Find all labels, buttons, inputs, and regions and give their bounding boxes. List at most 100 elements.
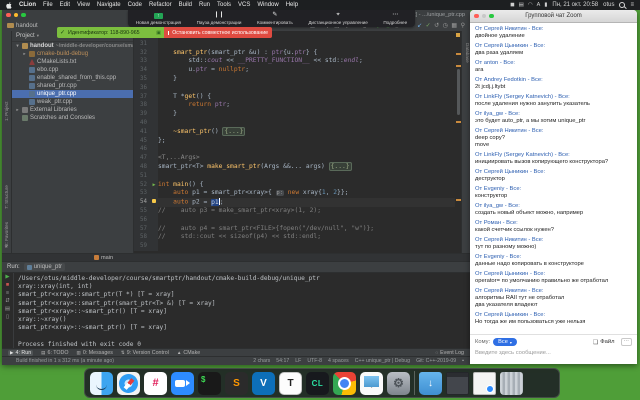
menu-item-clion[interactable]: CLion <box>19 2 36 8</box>
tree-item-enable-shared-from-this-cpp[interactable]: enable_shared_from_this.cpp <box>12 74 133 82</box>
tree-item-cmakelists-txt[interactable]: CMakeLists.txt <box>12 58 133 66</box>
tree-item-unique-ptr-cpp[interactable]: unique_ptr.cpp <box>12 90 133 98</box>
code-line[interactable]: 34 u.ptr = nullptr; <box>134 66 461 75</box>
spotlight-search-icon[interactable] <box>619 2 625 8</box>
dock-slack[interactable]: # <box>144 372 167 395</box>
status-widget[interactable]: ▪ <box>462 358 464 364</box>
wifi-icon[interactable]: ◠ <box>528 2 533 8</box>
zoom-toolbar-new-share[interactable]: ↑Новая демонстрация <box>136 13 181 25</box>
apple-menu-icon[interactable] <box>6 2 12 9</box>
dock-preview[interactable]: ⚲ <box>360 372 383 395</box>
zoom-toolbar-more[interactable]: ⋯Подробнее <box>383 12 407 25</box>
intention-bulb-icon[interactable] <box>150 198 158 207</box>
tool-tab-project[interactable]: 1: Project <box>4 102 9 121</box>
code-line[interactable]: 33 std::cout << __PRETTY_FUNCTION__ << s… <box>134 57 461 66</box>
code-line[interactable]: 41 ~smart_ptr() {...} <box>134 128 461 137</box>
scroll-to-end-icon[interactable]: ⇵ <box>5 299 10 305</box>
code-line[interactable]: 53 auto p1 = smart_ptr<xray>{ p: new xra… <box>134 189 461 198</box>
clear-icon[interactable]: ▯ <box>6 315 9 321</box>
rerun-icon[interactable]: ▶ <box>5 275 9 281</box>
menu-item-run[interactable]: Run <box>199 2 210 8</box>
menu-item-tools[interactable]: Tools <box>217 2 231 8</box>
menu-item-build[interactable]: Build <box>179 2 192 8</box>
tree-item-cmake-build-debug[interactable]: ▸cmake-build-debug <box>12 50 133 58</box>
code-line[interactable]: 55// auto p3 = make_smart_ptr<xray>(1, 2… <box>134 207 461 216</box>
dock-clion[interactable]: CL <box>306 372 329 395</box>
breadcrumb[interactable]: main <box>101 255 113 261</box>
event-log-button[interactable]: ◌Event Log <box>435 350 464 356</box>
attach-file-button[interactable]: ❏ Файл <box>593 339 615 346</box>
code-line[interactable]: 48smart_ptr<T> make_smart_ptr(Args &&...… <box>134 163 461 172</box>
chat-message-list[interactable]: От Сергей Никитин - Все:двойное удаление… <box>470 23 637 334</box>
dock-terminal[interactable]: $ <box>198 372 221 395</box>
status-widget[interactable]: 54:17 <box>276 358 289 364</box>
code-line[interactable]: 52▶int main() { <box>134 181 461 190</box>
menu-item-view[interactable]: View <box>77 2 90 8</box>
diff-icon[interactable]: ▦ <box>451 23 457 29</box>
tree-item-ebo-cpp[interactable]: ebo.cpp <box>12 66 133 74</box>
tree-item-handout[interactable]: ▾handout ~/middle-developer/course/smar <box>12 42 133 50</box>
menu-item-window[interactable]: Window <box>257 2 278 8</box>
status-widget[interactable]: Git: C++-2019-09 <box>416 358 456 364</box>
code-line[interactable]: 58// std::cout << sizeof(p4) << std::end… <box>134 233 461 242</box>
tree-item-shared-ptr-cpp[interactable]: shared_ptr.cpp <box>12 82 133 90</box>
navigation-bar-item[interactable]: handout <box>2 23 38 29</box>
print-icon[interactable]: ▤ <box>5 307 10 313</box>
recipient-select[interactable]: Все ▾ <box>493 338 517 346</box>
tree-item-weak-ptr-cpp[interactable]: weak_ptr.cpp <box>12 98 133 106</box>
menu-item-code[interactable]: Code <box>128 2 142 8</box>
menu-clock[interactable]: Пн, 21 окт. 20:58 <box>552 2 598 8</box>
chat-header[interactable]: Групповой чат Zoom <box>470 10 637 23</box>
menu-item-vcs[interactable]: VCS <box>238 2 250 8</box>
tool-window-button-0-messages[interactable]: ▥0: Messages <box>77 350 113 356</box>
tree-item-scratches-and-consoles[interactable]: Scratches and Consoles <box>12 114 133 122</box>
code-line[interactable]: 54 auto p2 = p1; <box>134 198 461 207</box>
stop-share-button[interactable]: Остановить совместное использование <box>164 27 272 38</box>
menu-user[interactable]: otus <box>603 2 614 8</box>
close-button[interactable] <box>474 14 479 19</box>
zoom-toolbar-pause-share[interactable]: ❙❙Пауза демонстрации <box>197 12 242 25</box>
dock-safari[interactable] <box>117 372 140 395</box>
tool-window-button-9-version-control[interactable]: ⇅9: Version Control <box>121 350 169 356</box>
tool-tab-structure[interactable]: 7: Structure <box>4 185 9 209</box>
code-line[interactable]: 59 <box>134 242 461 251</box>
zoom-toolbar-remote-control[interactable]: ⌖Дистанционное управление <box>308 12 367 25</box>
code-line[interactable]: 45}; <box>134 137 461 146</box>
warning-stripe-mark[interactable] <box>456 199 461 201</box>
dock-zoom[interactable] <box>171 372 194 395</box>
menu-item-navigate[interactable]: Navigate <box>97 2 121 8</box>
zoom-app-status-icon[interactable]: ◼ <box>510 2 515 8</box>
restore-layout-icon[interactable]: ≡ <box>6 291 9 297</box>
code-line[interactable]: 46 <box>134 145 461 154</box>
scrollbar-thumb[interactable] <box>457 69 460 115</box>
favorites-star-icon[interactable]: ★ <box>4 244 8 250</box>
fullscreen-button[interactable] <box>489 14 494 19</box>
warning-stripe-mark[interactable] <box>456 53 461 55</box>
tool-tab-favorites[interactable]: 2: Favorites <box>4 222 9 246</box>
status-widget[interactable]: UTF-8 <box>307 358 322 364</box>
code-line[interactable]: 57// auto p4 = smart_ptr<FILE>{fopen("/d… <box>134 225 461 234</box>
inspection-status-icon[interactable] <box>456 33 460 37</box>
status-widget[interactable]: 2 chars <box>253 358 270 364</box>
dock-chrome[interactable] <box>333 372 356 395</box>
fullscreen-button[interactable] <box>21 13 26 18</box>
menu-item-refactor[interactable]: Refactor <box>149 2 172 8</box>
tool-tab-database[interactable]: Database <box>465 43 470 63</box>
tool-window-button-6-todo[interactable]: ▤6: TODO <box>41 350 68 356</box>
dock-sublime-text[interactable]: S <box>225 372 248 395</box>
code-line[interactable]: 37 T *get() { <box>134 93 461 102</box>
tree-item-external-libraries[interactable]: ▸External Libraries <box>12 106 133 114</box>
minimize-button[interactable] <box>14 13 19 18</box>
chat-message-input[interactable]: Введите здесь сообщение... <box>475 350 632 362</box>
tool-window-button-4-run[interactable]: ▶4: Run <box>8 350 33 356</box>
status-widget[interactable]: C++ unique_ptr | Debug <box>355 358 410 364</box>
zoom-toolbar-annotate[interactable]: ✎Комментировать <box>257 12 293 25</box>
warning-stripe-mark[interactable] <box>456 65 461 67</box>
status-widget[interactable]: LF <box>295 358 301 364</box>
code-editor[interactable]: 30 }3132 smart_ptr(smart_ptr &u) : ptr{u… <box>134 31 461 253</box>
code-line[interactable]: 39 } <box>134 110 461 119</box>
dock-vscode[interactable]: V <box>252 372 275 395</box>
dock-typora[interactable]: T <box>279 372 302 395</box>
warning-stripe-mark[interactable] <box>456 121 461 123</box>
notification-center-icon[interactable]: ≡ <box>630 2 634 8</box>
